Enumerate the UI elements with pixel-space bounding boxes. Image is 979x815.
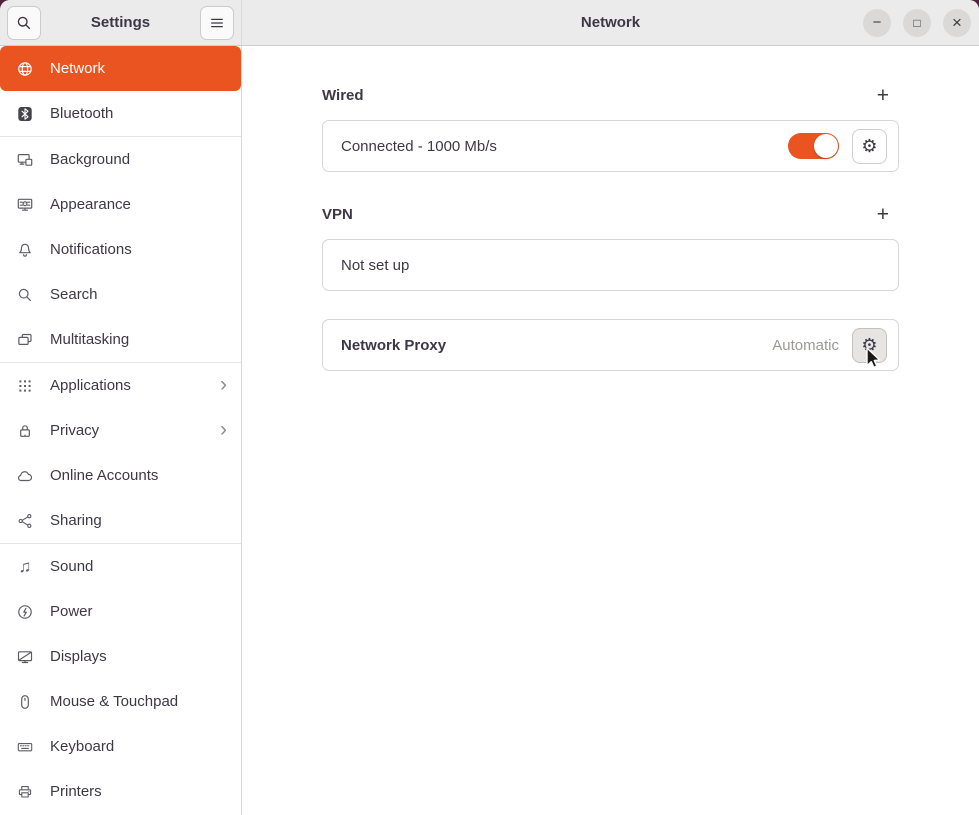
sidebar-item-displays[interactable]: Displays bbox=[0, 634, 241, 679]
sidebar-item-multitasking[interactable]: Multitasking bbox=[0, 317, 241, 362]
minimize-button[interactable]: − bbox=[863, 9, 891, 37]
sidebar-item-label: Privacy bbox=[50, 422, 99, 439]
lock-icon bbox=[17, 423, 33, 439]
background-icon bbox=[17, 152, 33, 168]
power-icon bbox=[17, 604, 33, 620]
printer-icon bbox=[17, 784, 33, 800]
wired-status-label: Connected - 1000 Mb/s bbox=[341, 138, 788, 155]
share-icon bbox=[17, 513, 33, 529]
vpn-status-row: Not set up bbox=[322, 239, 899, 291]
app-title: Settings bbox=[41, 14, 200, 31]
sidebar-item-network[interactable]: Network bbox=[0, 46, 241, 91]
wired-toggle[interactable] bbox=[788, 133, 839, 159]
network-proxy-row[interactable]: Network Proxy Automatic ⚙ bbox=[322, 319, 899, 371]
vpn-heading: VPN bbox=[322, 206, 353, 223]
bell-icon bbox=[17, 242, 33, 258]
appearance-icon bbox=[17, 197, 33, 213]
proxy-settings-gear-button[interactable]: ⚙ bbox=[852, 328, 887, 363]
sidebar-item-label: Sound bbox=[50, 558, 93, 575]
sidebar-item-label: Online Accounts bbox=[50, 467, 158, 484]
bluetooth-icon bbox=[17, 106, 33, 122]
proxy-value: Automatic bbox=[772, 337, 839, 354]
sidebar-item-label: Background bbox=[50, 151, 130, 168]
chevron-right-icon: › bbox=[220, 422, 227, 439]
sidebar-item-label: Appearance bbox=[50, 196, 131, 213]
mouse-icon bbox=[17, 694, 33, 710]
menu-button[interactable] bbox=[200, 6, 234, 40]
sidebar-item-label: Bluetooth bbox=[50, 105, 113, 122]
gear-icon: ⚙ bbox=[861, 336, 877, 354]
sidebar-item-applications[interactable]: Applications › bbox=[0, 363, 241, 408]
vpn-section-header: VPN + bbox=[322, 203, 899, 225]
settings-sidebar: Network Bluetooth Background Appeara bbox=[0, 46, 242, 815]
sidebar-item-sound[interactable]: ♫ Sound bbox=[0, 544, 241, 589]
maximize-button[interactable]: □ bbox=[903, 9, 931, 37]
app-grid-icon bbox=[17, 378, 33, 394]
sidebar-item-label: Notifications bbox=[50, 241, 132, 258]
settings-window: Settings Network − □ × Network bbox=[0, 0, 979, 815]
music-note-icon: ♫ bbox=[17, 559, 33, 575]
sidebar-item-notifications[interactable]: Notifications bbox=[0, 227, 241, 272]
sidebar-item-label: Keyboard bbox=[50, 738, 114, 755]
display-icon bbox=[17, 649, 33, 665]
cloud-icon bbox=[17, 468, 33, 484]
wired-heading: Wired bbox=[322, 87, 364, 104]
sidebar-item-label: Applications bbox=[50, 377, 131, 394]
window-controls: − □ × bbox=[863, 9, 971, 37]
sidebar-item-label: Printers bbox=[50, 783, 102, 800]
wired-settings-gear-button[interactable]: ⚙ bbox=[852, 129, 887, 164]
add-vpn-button[interactable]: + bbox=[873, 202, 893, 227]
sidebar-item-keyboard[interactable]: Keyboard bbox=[0, 724, 241, 769]
sidebar-item-label: Search bbox=[50, 286, 98, 303]
globe-icon bbox=[17, 61, 33, 77]
search-icon bbox=[16, 15, 32, 31]
sidebar-item-label: Multitasking bbox=[50, 331, 129, 348]
search-icon bbox=[17, 287, 33, 303]
wired-connection-row[interactable]: Connected - 1000 Mb/s ⚙ bbox=[322, 120, 899, 172]
sidebar-header: Settings bbox=[0, 0, 242, 45]
keyboard-icon bbox=[17, 739, 33, 755]
network-panel: Wired + Connected - 1000 Mb/s ⚙ VPN + No… bbox=[242, 46, 979, 815]
sidebar-item-appearance[interactable]: Appearance bbox=[0, 182, 241, 227]
chevron-right-icon: › bbox=[220, 377, 227, 394]
sidebar-item-power[interactable]: Power bbox=[0, 589, 241, 634]
vpn-status-label: Not set up bbox=[341, 257, 887, 274]
sidebar-item-search[interactable]: Search bbox=[0, 272, 241, 317]
search-button[interactable] bbox=[7, 6, 41, 40]
gear-icon: ⚙ bbox=[861, 137, 877, 155]
close-button[interactable]: × bbox=[943, 9, 971, 37]
sidebar-item-label: Power bbox=[50, 603, 93, 620]
sidebar-item-background[interactable]: Background bbox=[0, 137, 241, 182]
sidebar-item-label: Sharing bbox=[50, 512, 102, 529]
wired-section-header: Wired + bbox=[322, 84, 899, 106]
add-wired-button[interactable]: + bbox=[873, 83, 893, 108]
content-header: Network − □ × bbox=[242, 0, 979, 45]
header-bar: Settings Network − □ × bbox=[0, 0, 979, 46]
sidebar-item-mouse-touchpad[interactable]: Mouse & Touchpad bbox=[0, 679, 241, 724]
sidebar-item-label: Displays bbox=[50, 648, 107, 665]
sidebar-item-label: Mouse & Touchpad bbox=[50, 693, 178, 710]
sidebar-item-printers[interactable]: Printers bbox=[0, 769, 241, 814]
sidebar-item-bluetooth[interactable]: Bluetooth bbox=[0, 91, 241, 136]
sidebar-item-privacy[interactable]: Privacy › bbox=[0, 408, 241, 453]
sidebar-item-online-accounts[interactable]: Online Accounts bbox=[0, 453, 241, 498]
sidebar-item-sharing[interactable]: Sharing bbox=[0, 498, 241, 543]
proxy-label: Network Proxy bbox=[341, 337, 772, 354]
multitasking-icon bbox=[17, 332, 33, 348]
toggle-knob bbox=[814, 134, 838, 158]
sidebar-item-label: Network bbox=[50, 60, 105, 77]
hamburger-icon bbox=[209, 15, 225, 31]
